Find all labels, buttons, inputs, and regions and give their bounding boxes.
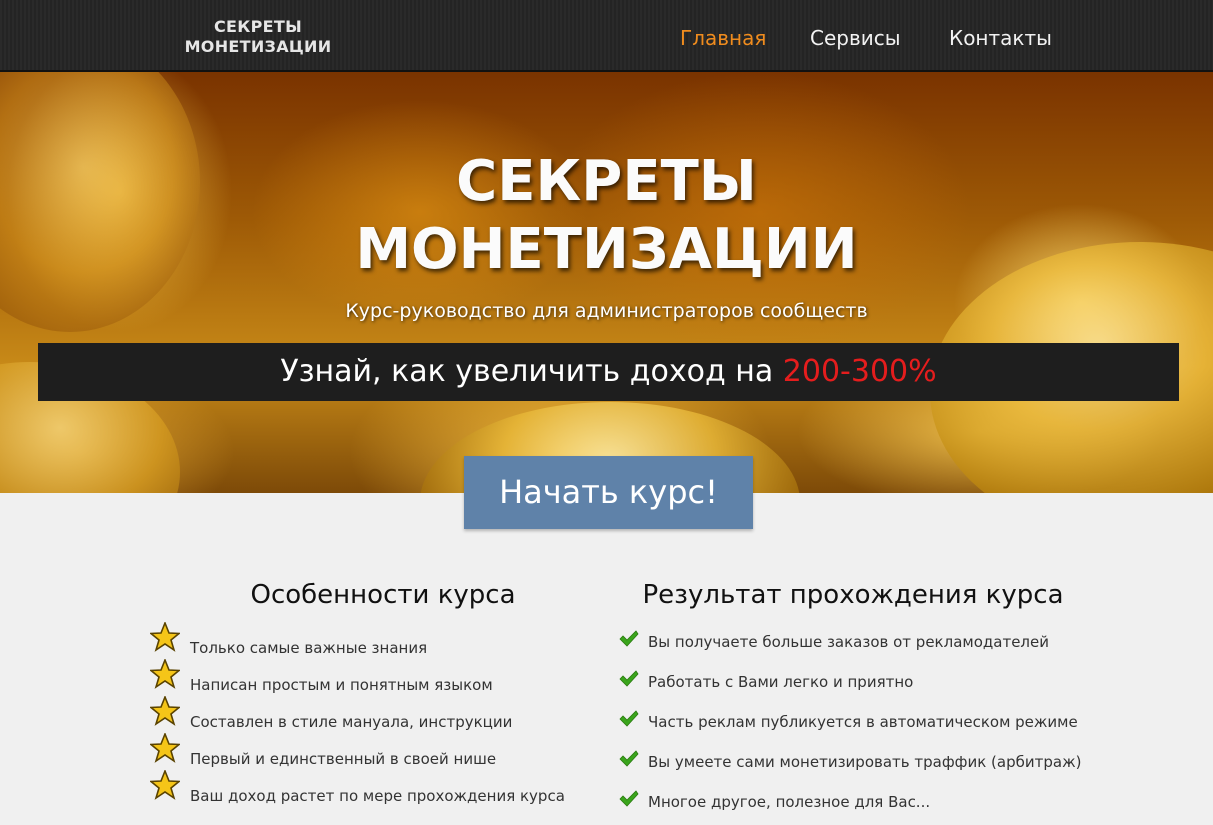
checkmark-icon [619,670,639,687]
start-course-button[interactable]: Начать курс! [464,456,753,529]
star-icon [150,770,180,800]
result-text: Работать с Вами легко и приятно [648,673,914,691]
result-text: Вы умеете сами монетизировать траффик (а… [648,753,1082,771]
main-nav: Главная Сервисы Контакты [0,26,1213,50]
hero-subtitle: Курс-руководство для администраторов соо… [345,300,868,322]
banner-text: Узнай, как увеличить доход на [280,354,783,389]
feature-text: Написан простым и понятным языком [190,676,493,694]
income-banner: Узнай, как увеличить доход на 200-300% [38,343,1179,401]
hero-title: СЕКРЕТЫ МОНЕТИЗАЦИИ [0,148,1213,284]
hero-title-line-1: СЕКРЕТЫ [456,149,757,214]
star-icon [150,696,180,726]
top-navbar: СЕКРЕТЫ МОНЕТИЗАЦИИ Главная Сервисы Конт… [0,0,1213,72]
star-icon [150,659,180,689]
checkmark-icon [619,750,639,767]
checkmark-icon [619,630,639,647]
feature-text: Первый и единственный в своей нише [190,750,497,768]
results-title: Результат прохождения курса [642,580,1064,610]
banner-highlight: 200-300% [782,354,937,389]
checkmark-icon [619,790,639,807]
result-text: Часть реклам публикуется в автоматическо… [648,713,1078,731]
result-text: Многое другое, полезное для Вас... [648,793,931,811]
nav-contacts-link[interactable]: Контакты [949,26,1052,50]
feature-text: Ваш доход растет по мере прохождения кур… [190,787,565,805]
nav-services-link[interactable]: Сервисы [810,26,901,50]
result-text: Вы получаете больше заказов от рекламода… [648,633,1049,651]
star-icon [150,622,180,652]
features-title: Особенности курса [250,580,516,610]
feature-text: Составлен в стиле мануала, инструкции [190,713,513,731]
nav-home-link[interactable]: Главная [680,26,766,50]
feature-text: Только самые важные знания [190,639,428,657]
star-icon [150,733,180,763]
hero-title-line-2: МОНЕТИЗАЦИИ [355,217,858,282]
checkmark-icon [619,710,639,727]
